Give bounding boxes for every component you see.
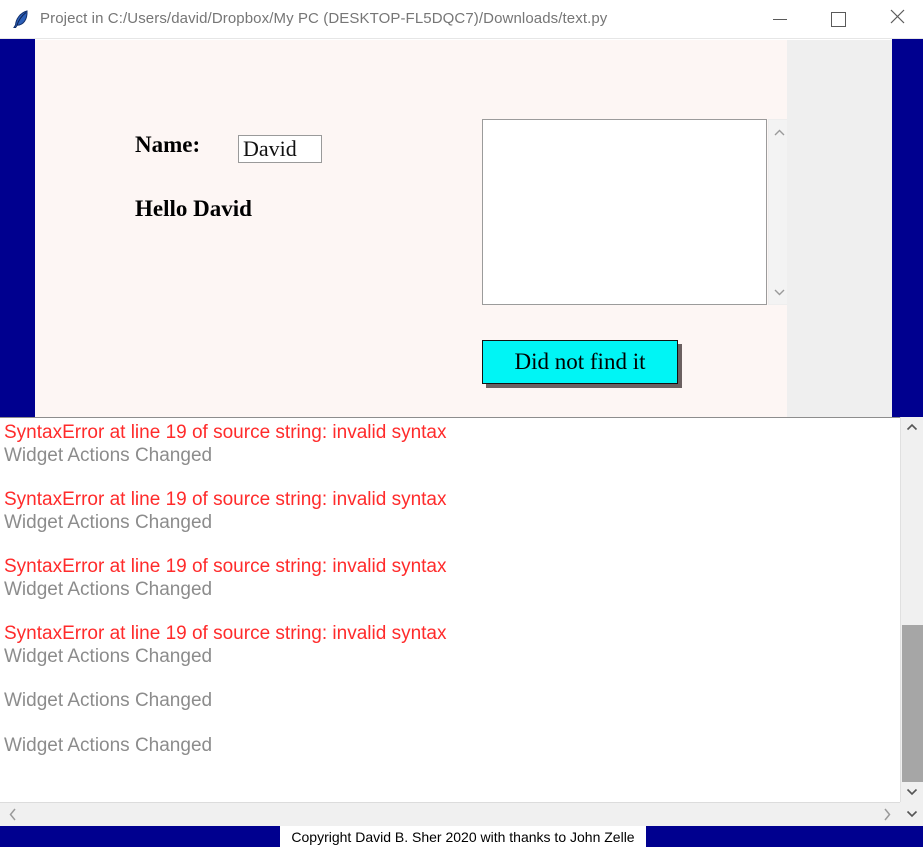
log-error-line: SyntaxError at line 19 of source string:… <box>4 623 447 644</box>
app-canvas: Name: David Hello David Did not find it <box>35 40 789 417</box>
log-error-line: SyntaxError at line 19 of source string:… <box>4 422 447 443</box>
minimize-button[interactable] <box>757 0 803 38</box>
scrollbar-corner <box>900 802 923 826</box>
left-blue-frame <box>0 39 35 417</box>
log-spacer <box>4 467 898 489</box>
log-scroll-up-icon[interactable] <box>901 417 923 437</box>
log-error-line: SyntaxError at line 19 of source string:… <box>4 556 447 577</box>
log-info-line: Widget Actions Changed <box>4 444 213 466</box>
greeting-label: Hello David <box>135 196 252 221</box>
log-spacer <box>4 601 898 623</box>
log-list: SyntaxError at line 19 of source string:… <box>0 418 898 801</box>
did-not-find-it-button[interactable]: Did not find it <box>482 340 678 384</box>
log-scroll-down-icon[interactable] <box>901 782 923 802</box>
log-error-line: SyntaxError at line 19 of source string:… <box>4 489 447 510</box>
log-scroll-left-icon[interactable] <box>2 803 24 826</box>
close-icon <box>890 9 905 29</box>
right-blue-frame <box>892 39 923 417</box>
window-title: Project in C:/Users/david/Dropbox/My PC … <box>40 10 608 27</box>
log-scroll-thumb[interactable] <box>902 625 923 782</box>
text-area[interactable] <box>482 119 767 305</box>
log-pane[interactable]: SyntaxError at line 19 of source string:… <box>0 417 923 802</box>
text-area-scrollbar[interactable] <box>768 119 789 305</box>
log-vertical-scrollbar[interactable] <box>900 417 923 802</box>
copyright-label: Copyright David B. Sher 2020 with thanks… <box>280 826 646 847</box>
log-spacer <box>4 534 898 556</box>
log-horizontal-scrollbar[interactable] <box>0 802 900 826</box>
name-label: Name: <box>135 132 201 157</box>
name-input[interactable]: David <box>238 135 322 163</box>
close-button[interactable] <box>874 0 920 38</box>
log-spacer <box>4 713 898 735</box>
application-window: Project in C:/Users/david/Dropbox/My PC … <box>0 0 923 847</box>
minimize-icon <box>773 18 787 20</box>
maximize-button[interactable] <box>815 0 861 38</box>
app-panel: Name: David Hello David Did not find it <box>0 39 923 417</box>
side-button-column: Edit Clicks Make App Names <box>787 40 892 417</box>
log-info-line: Widget Actions Changed <box>4 578 213 600</box>
feather-icon <box>10 8 32 30</box>
log-info-line: Widget Actions Changed <box>4 690 213 711</box>
log-info-line: Widget Actions Changed <box>4 734 213 756</box>
log-info-line: Widget Actions Changed <box>4 645 213 667</box>
title-bar: Project in C:/Users/david/Dropbox/My PC … <box>0 0 923 39</box>
log-info-line: Widget Actions Changed <box>4 511 213 533</box>
log-spacer <box>4 668 898 690</box>
maximize-icon <box>830 11 846 27</box>
log-scroll-right-icon[interactable] <box>876 803 898 826</box>
